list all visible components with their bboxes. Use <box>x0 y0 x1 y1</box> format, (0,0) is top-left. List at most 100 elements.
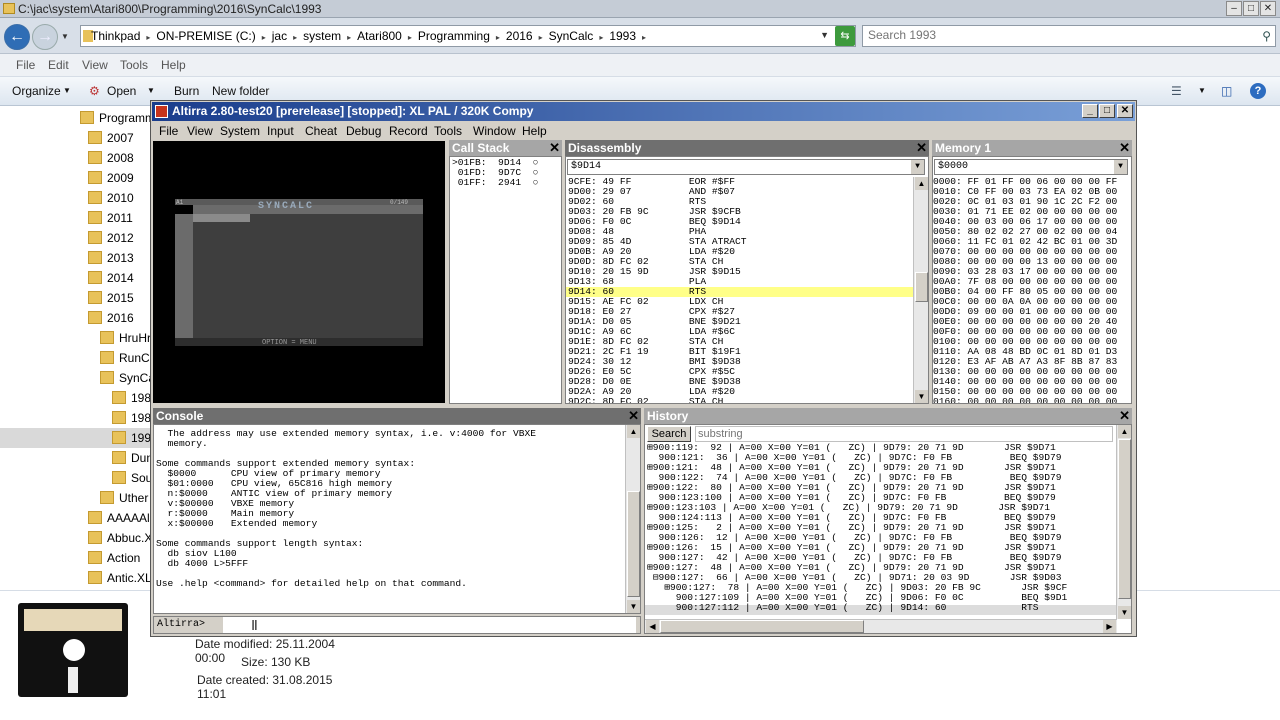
burn-button[interactable]: Burn <box>174 84 199 98</box>
tree-item[interactable]: 2008 <box>88 148 150 168</box>
scroll-down-icon[interactable]: ▼ <box>915 390 928 403</box>
disassembly-pane[interactable]: $9D14 ▼ 9CFE: 49 FF EOR #$FF 9D00: 29 07 … <box>565 156 929 404</box>
search-input[interactable] <box>868 28 1248 42</box>
console-pane[interactable]: The address may use extended memory synt… <box>153 424 641 614</box>
history-search-input[interactable] <box>695 426 1113 442</box>
back-button[interactable]: ← <box>4 24 30 50</box>
tree-item[interactable]: 198 <box>112 388 150 408</box>
callstack-close-icon[interactable]: ✕ <box>549 140 560 155</box>
breadcrumb-item[interactable]: 2016 <box>506 29 533 43</box>
breadcrumb-item[interactable]: Thinkpad <box>91 29 140 43</box>
altirra-menu-tools[interactable]: Tools <box>434 124 462 138</box>
scroll-down-icon[interactable]: ▼ <box>627 600 640 613</box>
scroll-down-icon[interactable]: ▼ <box>1118 606 1131 619</box>
tree-item[interactable]: Action <box>88 548 150 568</box>
memory-close-icon[interactable]: ✕ <box>1119 140 1130 155</box>
altirra-menu-view[interactable]: View <box>187 124 213 138</box>
tree-item[interactable]: Antic.XL <box>88 568 150 588</box>
disassembly-address-field[interactable]: $9D14 ▼ <box>567 159 925 175</box>
tree-item[interactable]: Sou <box>112 468 150 488</box>
breadcrumb-item[interactable]: Atari800 <box>357 29 402 43</box>
open-chevron-icon[interactable]: ▼ <box>147 86 155 95</box>
history-scrollbar[interactable]: ▲ ▼ <box>1116 425 1131 619</box>
callstack-pane[interactable]: >01FB: 9D14 ○ 01FD: 9D7C ○ 01FF: 2941 ○ <box>449 156 562 404</box>
altirra-menu-window[interactable]: Window <box>473 124 516 138</box>
tree-item[interactable]: 2013 <box>88 248 150 268</box>
altirra-menu-cheat[interactable]: Cheat <box>305 124 337 138</box>
view-chevron-icon[interactable]: ▼ <box>1198 86 1206 95</box>
breadcrumb-item[interactable]: 1993 <box>609 29 636 43</box>
breadcrumb-separator-icon[interactable]: ▸ <box>408 33 412 42</box>
tree-item[interactable]: 2012 <box>88 228 150 248</box>
preview-pane-icon[interactable]: ◫ <box>1221 84 1232 98</box>
altirra-menu-input[interactable]: Input <box>267 124 294 138</box>
altirra-menu-file[interactable]: File <box>159 124 178 138</box>
organize-chevron-icon[interactable]: ▼ <box>63 86 71 95</box>
console-input[interactable] <box>223 617 636 633</box>
tree-item[interactable]: AAAAAl <box>88 508 150 528</box>
open-button[interactable]: Open <box>107 84 136 98</box>
tree-item[interactable]: Dun <box>112 448 150 468</box>
disassembly-scrollbar[interactable]: ▲ ▼ <box>913 177 928 403</box>
menu-edit[interactable]: Edit <box>48 58 69 72</box>
scroll-thumb[interactable] <box>1118 439 1131 599</box>
tree-item[interactable]: 2007 <box>88 128 150 148</box>
history-hscrollbar[interactable]: ◀ ▶ <box>645 619 1117 633</box>
scroll-left-icon[interactable]: ◀ <box>646 620 659 633</box>
chevron-down-icon[interactable]: ▼ <box>911 160 924 174</box>
menu-help[interactable]: Help <box>161 58 186 72</box>
scroll-thumb[interactable] <box>915 272 928 302</box>
altirra-close-button[interactable]: ✕ <box>1117 104 1133 118</box>
tree-item[interactable]: 199 <box>112 428 150 448</box>
search-icon[interactable]: ⚲ <box>1262 29 1271 43</box>
breadcrumb-item[interactable]: SynCalc <box>549 29 594 43</box>
breadcrumb-separator-icon[interactable]: ▸ <box>146 33 150 42</box>
recent-pages-chevron-icon[interactable]: ▼ <box>61 32 69 41</box>
breadcrumb-item[interactable]: system <box>303 29 341 43</box>
tree-item[interactable]: 2010 <box>88 188 150 208</box>
forward-button[interactable]: → <box>32 24 58 50</box>
breadcrumb-item[interactable]: Programming <box>418 29 490 43</box>
breadcrumb-separator-icon[interactable]: ▸ <box>599 33 603 42</box>
disassembly-close-icon[interactable]: ✕ <box>916 140 927 155</box>
minimize-button[interactable]: – <box>1226 1 1242 16</box>
breadcrumb-separator-icon[interactable]: ▸ <box>496 33 500 42</box>
tree-item[interactable]: Programm <box>80 108 150 128</box>
scroll-up-icon[interactable]: ▲ <box>1118 425 1131 438</box>
menu-tools[interactable]: Tools <box>120 58 148 72</box>
history-close-icon[interactable]: ✕ <box>1119 408 1130 423</box>
address-bar[interactable]: Thinkpad ▸ ON-PREMISE (C:) ▸ jac ▸ system ▸ Atar… <box>80 25 856 47</box>
tree-item[interactable]: Uther <box>100 488 150 508</box>
breadcrumb-separator-icon[interactable]: ▸ <box>539 33 543 42</box>
console-scrollbar[interactable]: ▲ ▼ <box>625 425 640 613</box>
breadcrumb[interactable]: Thinkpad ▸ ON-PREMISE (C:) ▸ jac ▸ system ▸ Atar… <box>91 29 652 43</box>
breadcrumb-separator-icon[interactable]: ▸ <box>642 33 646 42</box>
menu-file[interactable]: File <box>16 58 35 72</box>
altirra-menu-system[interactable]: System <box>220 124 260 138</box>
tree-item[interactable]: 2014 <box>88 268 150 288</box>
history-pane[interactable]: Search ⊞900:119: 92 | A=00 X=00 Y=01 ( Z… <box>644 424 1132 634</box>
altirra-maximize-button[interactable]: □ <box>1099 104 1115 118</box>
tree-item[interactable]: 198 <box>112 408 150 428</box>
scroll-thumb[interactable] <box>627 491 640 597</box>
breadcrumb-item[interactable]: ON-PREMISE (C:) <box>156 29 255 43</box>
menu-view[interactable]: View <box>82 58 108 72</box>
tree-item[interactable]: 2016 <box>88 308 150 328</box>
altirra-minimize-button[interactable]: _ <box>1082 104 1098 118</box>
maximize-button[interactable]: □ <box>1243 1 1259 16</box>
scroll-up-icon[interactable]: ▲ <box>627 425 640 438</box>
tree-item[interactable]: 2011 <box>88 208 150 228</box>
address-dropdown-icon[interactable]: ▼ <box>820 30 829 40</box>
organize-button[interactable]: Organize <box>12 84 61 98</box>
close-button[interactable]: ✕ <box>1260 1 1276 16</box>
search-box[interactable]: ⚲ <box>862 25 1276 47</box>
breadcrumb-separator-icon[interactable]: ▸ <box>262 33 266 42</box>
memory-pane[interactable]: $0000 ▼ 0000: FF 01 FF 00 06 00 00 00 FF… <box>932 156 1132 404</box>
breadcrumb-separator-icon[interactable]: ▸ <box>293 33 297 42</box>
tree-item[interactable]: 2015 <box>88 288 150 308</box>
altirra-menu-debug[interactable]: Debug <box>346 124 381 138</box>
chevron-down-icon[interactable]: ▼ <box>1114 160 1127 174</box>
hscroll-thumb[interactable] <box>660 620 864 633</box>
tree-item[interactable]: RunC <box>100 348 150 368</box>
refresh-button[interactable]: ⇆ <box>835 26 855 46</box>
